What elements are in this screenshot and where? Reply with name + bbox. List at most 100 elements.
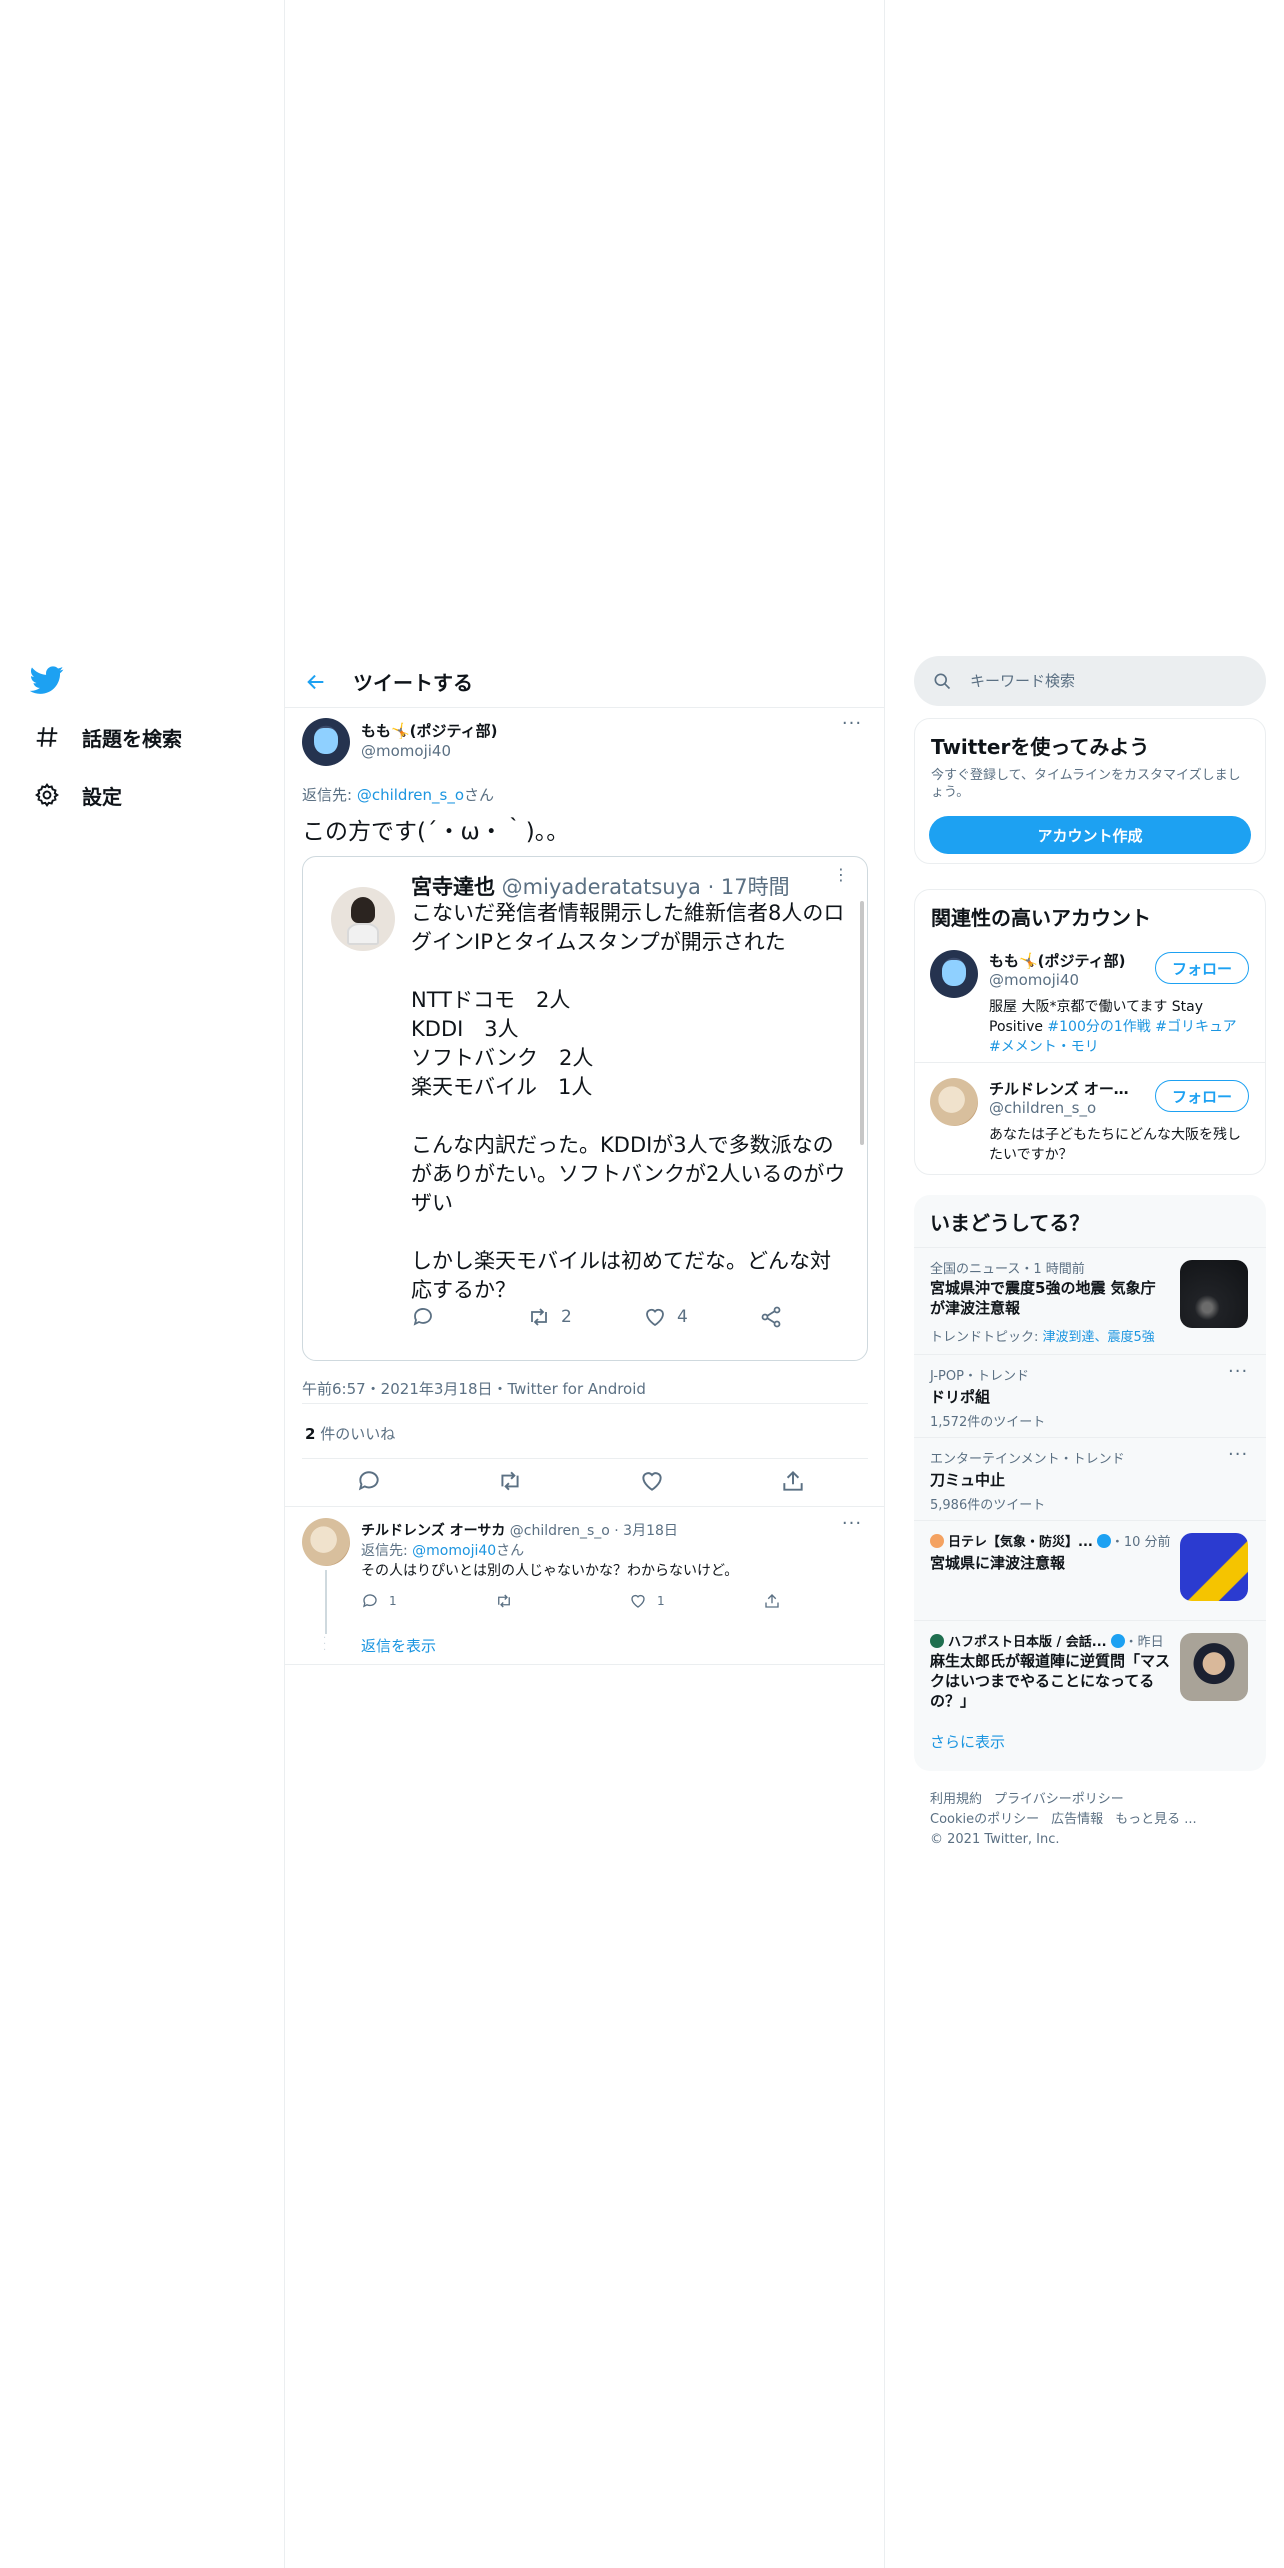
trend-item[interactable]: J-POP・トレンド ··· ドリポ組 1,572件のツイート — [914, 1354, 1266, 1437]
news-thumbnail[interactable] — [1180, 1533, 1248, 1601]
share-button[interactable] — [780, 1468, 806, 1494]
trend-time: ・10 分前 — [1110, 1535, 1171, 1550]
share-button[interactable] — [763, 1592, 791, 1610]
source-avatar — [930, 1634, 944, 1648]
news-thumbnail[interactable] — [1180, 1260, 1248, 1328]
create-account-button[interactable]: アカウント作成 — [929, 816, 1251, 854]
signup-card: Twitterを使ってみよう 今すぐ登録して、タイムラインをカスタマイズしましょ… — [914, 718, 1266, 864]
trend-item[interactable]: エンターテインメント・トレンド ··· 刀ミュ中止 5,986件のツイート — [914, 1437, 1266, 1520]
trend-topics-prefix: トレンドトピック: — [930, 1330, 1043, 1345]
trend-title: 刀ミュ中止 — [930, 1471, 1006, 1489]
divider — [302, 1403, 868, 1404]
footer-link-more[interactable]: もっと見る ... — [1115, 1812, 1197, 1827]
embedded-scrollbar[interactable] — [860, 901, 864, 1145]
trend-tweet-count: 1,572件のツイート — [930, 1415, 1046, 1430]
search-box[interactable] — [914, 656, 1266, 706]
trend-source: 日テレ【気象・防災】... ・10 分前 — [930, 1531, 1171, 1550]
footer-link-terms[interactable]: 利用規約 — [930, 1792, 982, 1807]
embedded-like-count: 4 — [677, 1307, 688, 1327]
nav-explore[interactable]: 話題を検索 — [34, 717, 182, 757]
more-options-icon[interactable]: ··· — [840, 1515, 864, 1540]
follow-button[interactable]: フォロー — [1155, 1080, 1249, 1112]
account-bio: 服屋 大阪*京都で働いてます Stay Positive #100分の1作戦 #… — [989, 997, 1251, 1057]
reply-button[interactable] — [356, 1468, 382, 1494]
retweet-icon — [531, 1308, 547, 1326]
hashtag-icon — [34, 724, 60, 750]
tweet-timestamp[interactable]: 午前6:57・2021年3月18日・Twitter for Android — [302, 1378, 646, 1399]
embedded-tweet-text: こないだ発信者情報開示した維新信者8人のログインIPとタイムスタンプが開示された… — [411, 901, 846, 1302]
avatar[interactable] — [302, 1518, 350, 1566]
like-count-line[interactable]: 2 件のいいね — [305, 1423, 395, 1444]
trend-topics-links[interactable]: 津波到達、震度5強 — [1043, 1330, 1155, 1345]
tweet-author-handle[interactable]: @momoji40 — [361, 742, 451, 760]
footer: 利用規約 プライバシーポリシー Cookieのポリシー 広告情報 もっと見る ... … — [930, 1790, 1260, 1850]
reply-to-prefix: 返信先: — [361, 1543, 413, 1559]
avatar[interactable] — [930, 1078, 978, 1126]
avatar[interactable] — [302, 718, 350, 766]
account-name[interactable]: チルドレンズ オーサカ — [989, 1078, 1139, 1099]
more-options-icon[interactable]: ··· — [1228, 1361, 1248, 1382]
reply-to-link[interactable]: @momoji40 — [412, 1543, 496, 1559]
account-item[interactable]: チルドレンズ オーサカ @children_s_o フォロー あなたは子どもたち… — [915, 1078, 1265, 1168]
like-button[interactable] — [639, 1468, 665, 1494]
reply-header: チルドレンズ オーサカ @children_s_o · 3月18日 — [361, 1520, 678, 1540]
embedded-more-icon[interactable]: ⋮ — [833, 867, 849, 893]
account-bio: あなたは子どもたちにどんな大阪を残したいですか？ — [989, 1127, 1241, 1163]
show-replies-link[interactable]: 返信を表示 — [361, 1635, 436, 1656]
follow-button[interactable]: フォロー — [1155, 952, 1249, 984]
embedded-share-button[interactable] — [759, 1305, 793, 1329]
like-count: 2 — [305, 1425, 316, 1443]
related-accounts-card: 関連性の高いアカウント もも🤸(ポジティ部) @momoji40 フォロー 服屋… — [914, 889, 1266, 1175]
footer-link-cookies[interactable]: Cookieのポリシー — [930, 1812, 1039, 1827]
trend-source: ハフポスト日本版 / 会話... ・昨日 — [930, 1631, 1164, 1650]
more-options-icon[interactable]: ··· — [840, 715, 864, 740]
account-handle[interactable]: @children_s_o — [989, 1099, 1096, 1117]
verified-badge-icon — [1110, 1634, 1125, 1648]
retweet-button[interactable] — [495, 1592, 523, 1610]
reply-tweet[interactable]: · · · チルドレンズ オーサカ @children_s_o · 3月18日 ··… — [285, 1508, 885, 1665]
embedded-author-name[interactable]: 宮寺達也 — [411, 875, 495, 899]
retweet-icon — [498, 1594, 510, 1608]
trend-item[interactable]: ハフポスト日本版 / 会話... ・昨日 麻生太郎氏が報道陣に逆質問「マスクはいつ… — [914, 1620, 1266, 1720]
tweet-author-name[interactable]: もも🤸(ポジティ部) — [361, 720, 498, 741]
embedded-retweet-button[interactable]: 2 — [527, 1305, 572, 1329]
account-handle[interactable]: @momoji40 — [989, 971, 1079, 989]
thread-continuation-dots: · · · — [323, 1633, 327, 1656]
reply-author-name[interactable]: チルドレンズ オーサカ — [361, 1523, 505, 1539]
footer-link-privacy[interactable]: プライバシーポリシー — [994, 1792, 1124, 1807]
account-name[interactable]: もも🤸(ポジティ部) — [989, 950, 1139, 971]
embedded-like-button[interactable]: 4 — [643, 1305, 688, 1329]
twitter-logo-icon[interactable] — [29, 663, 64, 697]
trend-title: 宮城県沖で震度5強の地震 気象庁が津波注意報 — [930, 1279, 1156, 1317]
embedded-actions: 2 4 — [411, 1305, 831, 1335]
back-arrow-icon[interactable] — [305, 671, 327, 693]
like-count-label: 件のいいね — [315, 1425, 396, 1443]
embedded-avatar[interactable] — [331, 887, 395, 951]
like-button[interactable]: 1 — [629, 1592, 665, 1610]
reply-author-handle[interactable]: @children_s_o · 3月18日 — [505, 1523, 678, 1539]
embedded-author-handle[interactable]: @miyaderatatsuya · 17時間 — [495, 875, 790, 899]
reply-to-link[interactable]: @children_s_o — [357, 786, 464, 804]
footer-link-ads[interactable]: 広告情報 — [1051, 1812, 1103, 1827]
account-item[interactable]: もも🤸(ポジティ部) @momoji40 フォロー 服屋 大阪*京都で働いてます… — [915, 950, 1265, 1063]
show-more-link[interactable]: さらに表示 — [930, 1731, 1005, 1752]
trend-source-name: ハフポスト日本版 / 会話... — [948, 1635, 1107, 1650]
signup-description: 今すぐ登録して、タイムラインをカスタマイズしましょう。 — [931, 768, 1241, 800]
share-icon — [761, 1306, 781, 1328]
right-sidebar: Twitterを使ってみよう 今すぐ登録して、タイムラインをカスタマイズしましょ… — [914, 0, 1266, 2568]
news-thumbnail[interactable] — [1180, 1633, 1248, 1701]
avatar[interactable] — [930, 950, 978, 998]
nav-settings[interactable]: 設定 — [34, 775, 122, 815]
embedded-reply-button[interactable] — [411, 1305, 445, 1329]
embedded-tweet[interactable]: 宮寺達也 @miyaderatatsuya · 17時間 ⋮ こないだ発信者情報… — [302, 856, 868, 1361]
search-icon — [934, 673, 951, 690]
reply-button[interactable]: 1 — [361, 1592, 397, 1610]
trend-title: 宮城県に津波注意報 — [930, 1554, 1066, 1572]
retweet-button[interactable] — [497, 1468, 523, 1494]
trend-item[interactable]: 日テレ【気象・防災】... ・10 分前 宮城県に津波注意報 — [914, 1520, 1266, 1620]
divider — [915, 1062, 1265, 1063]
more-options-icon[interactable]: ··· — [1228, 1444, 1248, 1465]
search-input[interactable] — [970, 672, 1230, 690]
retweet-icon — [501, 1471, 519, 1491]
trend-item[interactable]: 全国のニュース・1 時間前 宮城県沖で震度5強の地震 気象庁が津波注意報 トレン… — [914, 1247, 1266, 1354]
